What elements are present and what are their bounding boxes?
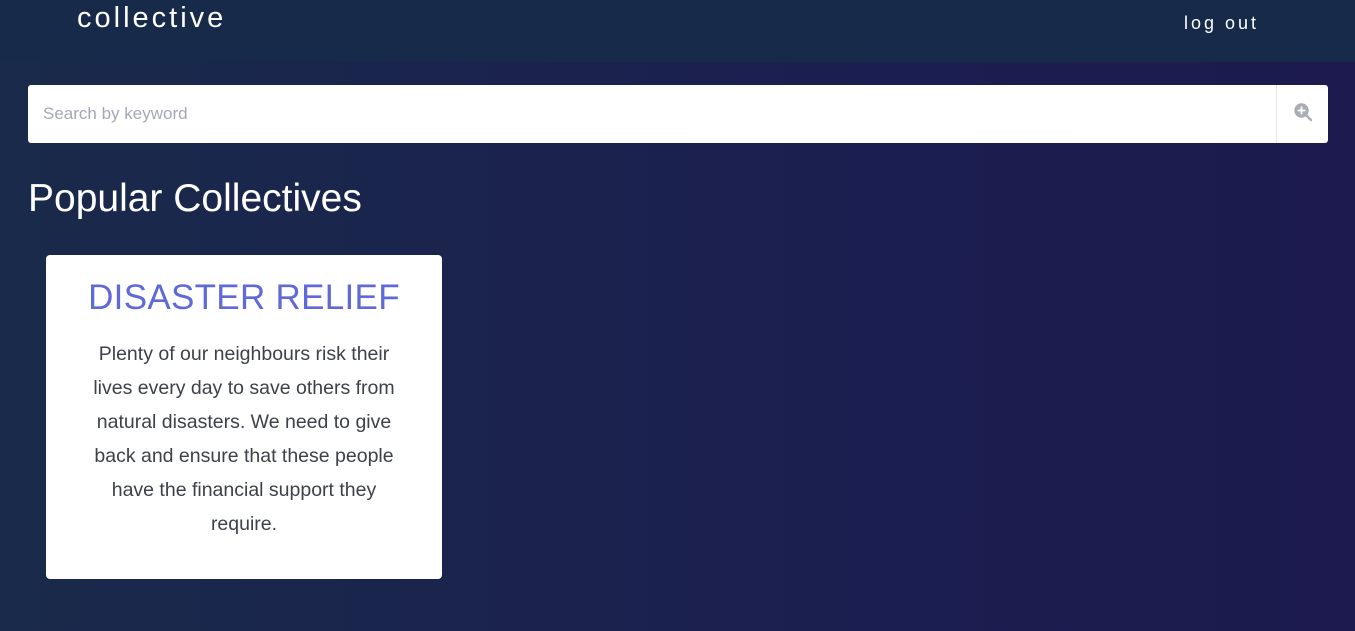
search-bar xyxy=(28,85,1328,143)
search-button[interactable] xyxy=(1276,85,1328,143)
top-nav-bar: collective log out xyxy=(0,0,1355,62)
search-plus-icon xyxy=(1292,101,1314,128)
brand-logo-text[interactable]: collective xyxy=(77,0,226,36)
section-title: Popular Collectives xyxy=(28,177,362,220)
card-title[interactable]: DISASTER RELIEF xyxy=(46,255,442,319)
logout-link[interactable]: log out xyxy=(1184,11,1259,35)
search-input[interactable] xyxy=(28,85,1276,143)
card-description: Plenty of our neighbours risk their live… xyxy=(93,343,395,535)
collective-card[interactable]: DISASTER RELIEF Plenty of our neighbours… xyxy=(46,255,442,579)
